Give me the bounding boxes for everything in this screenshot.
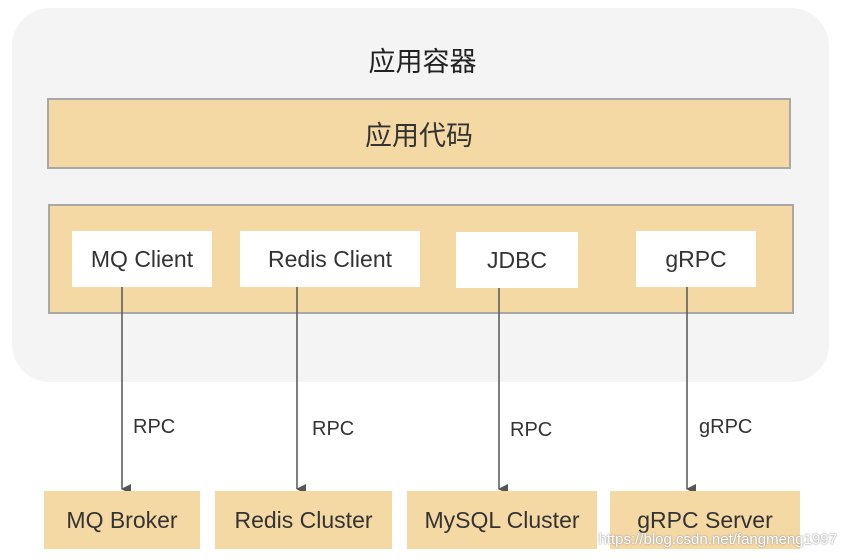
arrows-layer [121,287,696,494]
watermark: https://blog.csdn.net/fangmeng1997 [598,531,837,548]
target-redis-cluster-label: Redis Cluster [234,506,373,533]
target-mq-broker-label: MQ Broker [66,506,178,533]
edge-label-grpc: gRPC [699,416,753,438]
target-mysql-cluster-label: MySQL Cluster [424,506,580,533]
target-redis-cluster: Redis Cluster [215,491,392,549]
edge-label-redis: RPC [312,418,355,440]
target-mysql-cluster: MySQL Cluster [407,491,597,549]
target-mq-broker: MQ Broker [44,491,200,549]
edge-label-jdbc: RPC [510,419,553,441]
edge-label-mq: RPC [133,416,176,438]
target-grpc-server-label: gRPC Server [637,506,773,533]
